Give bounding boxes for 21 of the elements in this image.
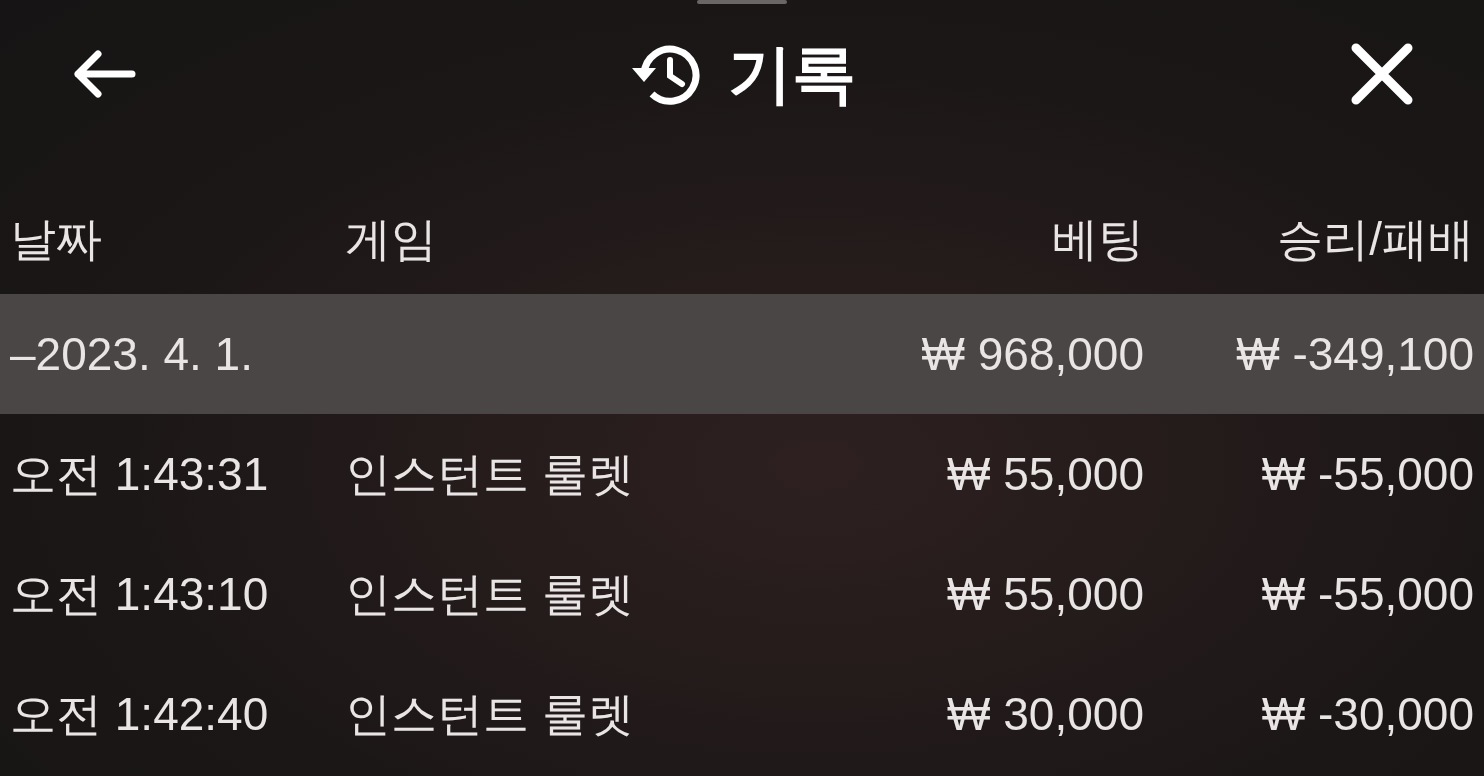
- bet-total: ₩ 968,000: [921, 327, 1144, 380]
- result-cell: ₩ -55,000: [1261, 567, 1474, 620]
- bet-cell: ₩ 55,000: [947, 447, 1144, 500]
- game-cell: 인스턴트 룰렛: [345, 567, 634, 620]
- time-cell: 오전 1:43:10: [10, 567, 269, 620]
- game-cell: 인스턴트 룰렛: [345, 687, 634, 740]
- bet-cell: ₩ 30,000: [947, 687, 1144, 740]
- bet-cell: ₩ 55,000: [947, 567, 1144, 620]
- date-text: –2023. 4. 1.: [10, 327, 253, 380]
- column-header: 날짜: [10, 212, 102, 265]
- column-header: 승리/패배: [1277, 212, 1474, 265]
- result-cell: ₩ -30,000: [1261, 687, 1474, 740]
- result-cell: ₩ -55,000: [1261, 447, 1474, 500]
- time-cell: 오전 1:42:40: [10, 687, 269, 740]
- column-header: 게임: [345, 212, 437, 265]
- game-cell: 인스턴트 룰렛: [345, 447, 634, 500]
- result-total: ₩ -349,100: [1236, 327, 1474, 380]
- time-cell: 오전 1:43:31: [10, 447, 269, 500]
- window-title: 기록: [728, 37, 856, 112]
- date-group-row[interactable]: –2023. 4. 1. ₩ 968,000 ₩ -349,100: [0, 294, 1484, 414]
- column-header: 베팅: [1052, 212, 1144, 265]
